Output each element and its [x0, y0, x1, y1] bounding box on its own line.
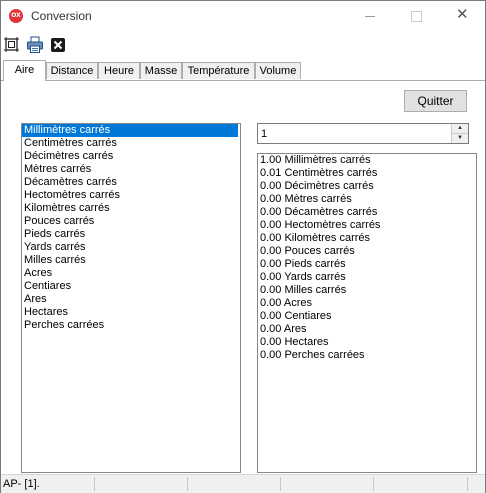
unit-list-item[interactable]: Millimètres carrés	[22, 124, 238, 137]
tab-aire[interactable]: Aire	[3, 60, 46, 81]
result-list-item[interactable]: 0.00 Décimètres carrés	[258, 180, 476, 193]
status-divider	[94, 477, 95, 491]
quantity-input[interactable]	[258, 124, 451, 143]
unit-listbox[interactable]: Millimètres carrés Centimètres carrés Déci…	[21, 123, 241, 473]
spin-buttons: ▲ ▼	[451, 124, 468, 143]
unit-list-item[interactable]: Décimètres carrés	[22, 150, 240, 163]
status-divider	[373, 477, 374, 491]
result-list-item[interactable]: 0.00 Acres	[258, 297, 476, 310]
result-listbox[interactable]: 1.00 Millimètres carrés 0.01 Centimètres …	[257, 153, 477, 473]
result-list-item[interactable]: 0.00 Pieds carrés	[258, 258, 476, 271]
result-list-item[interactable]: 0.00 Ares	[258, 323, 476, 336]
print-icon	[27, 36, 43, 53]
unit-list-item[interactable]: Mètres carrés	[22, 163, 240, 176]
minimize-icon	[365, 16, 375, 17]
minimize-button[interactable]	[347, 1, 393, 31]
result-list-item[interactable]: 0.00 Hectomètres carrés	[258, 219, 476, 232]
tab-masse[interactable]: Masse	[140, 62, 182, 79]
status-bar: AP- [1].	[1, 474, 485, 493]
unit-list-item[interactable]: Kilomètres carrés	[22, 202, 240, 215]
unit-list-item[interactable]: Décamètres carrés	[22, 176, 240, 189]
status-divider	[187, 477, 188, 491]
status-text: AP- [1].	[3, 478, 40, 490]
unit-list-item[interactable]: Hectomètres carrés	[22, 189, 240, 202]
result-list-item[interactable]: 0.00 Décamètres carrés	[258, 206, 476, 219]
status-divider	[467, 477, 468, 491]
unit-list-item[interactable]: Centimètres carrés	[22, 137, 240, 150]
spin-down-button[interactable]: ▼	[452, 134, 468, 143]
result-list-item[interactable]: 0.00 Centiares	[258, 310, 476, 323]
toolbar	[1, 32, 485, 58]
result-list-item[interactable]: 0.00 Pouces carrés	[258, 245, 476, 258]
unit-list-item[interactable]: Acres	[22, 267, 240, 280]
close-toolbar-button[interactable]	[49, 36, 67, 54]
unit-list-item[interactable]: Milles carrés	[22, 254, 240, 267]
unit-list-item[interactable]: Pieds carrés	[22, 228, 240, 241]
result-list-item[interactable]: 0.00 Hectares	[258, 336, 476, 349]
maximize-button[interactable]	[393, 1, 439, 31]
result-list-item[interactable]: 0.01 Centimètres carrés	[258, 167, 476, 180]
close-window-button[interactable]: ✕	[439, 1, 485, 31]
unit-list-item[interactable]: Centiares	[22, 280, 240, 293]
title-bar[interactable]: OX Conversion ✕	[1, 1, 485, 31]
result-list-item[interactable]: 0.00 Milles carrés	[258, 284, 476, 297]
status-divider	[280, 477, 281, 491]
maximize-icon	[411, 11, 422, 22]
fit-icon	[4, 37, 19, 52]
fit-window-button[interactable]	[3, 36, 21, 54]
spin-up-button[interactable]: ▲	[452, 124, 468, 134]
tab-heure[interactable]: Heure	[98, 62, 140, 79]
tab-distance[interactable]: Distance	[46, 62, 98, 79]
quantity-stepper[interactable]: ▲ ▼	[257, 123, 469, 144]
tab-bar: Aire Distance Heure Masse Température Vo…	[1, 60, 485, 81]
close-icon: ✕	[456, 6, 469, 23]
unit-list-item[interactable]: Ares	[22, 293, 240, 306]
print-button[interactable]	[26, 36, 44, 54]
conversion-window: OX Conversion ✕ Aire Distance Heure Mass…	[0, 0, 486, 493]
result-list-item[interactable]: 0.00 Kilomètres carrés	[258, 232, 476, 245]
result-list-item[interactable]: 0.00 Mètres carrés	[258, 193, 476, 206]
result-list-item[interactable]: 0.00 Yards carrés	[258, 271, 476, 284]
unit-list-item[interactable]: Yards carrés	[22, 241, 240, 254]
close-box-icon	[51, 38, 65, 52]
quit-button[interactable]: Quitter	[404, 90, 467, 112]
app-icon: OX	[9, 9, 23, 23]
unit-list-item[interactable]: Perches carrées	[22, 319, 240, 332]
result-list-item[interactable]: 0.00 Perches carrées	[258, 349, 476, 362]
unit-list-item[interactable]: Pouces carrés	[22, 215, 240, 228]
window-title: Conversion	[31, 9, 92, 23]
unit-list-item[interactable]: Hectares	[22, 306, 240, 319]
result-list-item[interactable]: 1.00 Millimètres carrés	[258, 154, 476, 167]
tab-temperature[interactable]: Température	[182, 62, 255, 79]
tab-volume[interactable]: Volume	[255, 62, 301, 79]
